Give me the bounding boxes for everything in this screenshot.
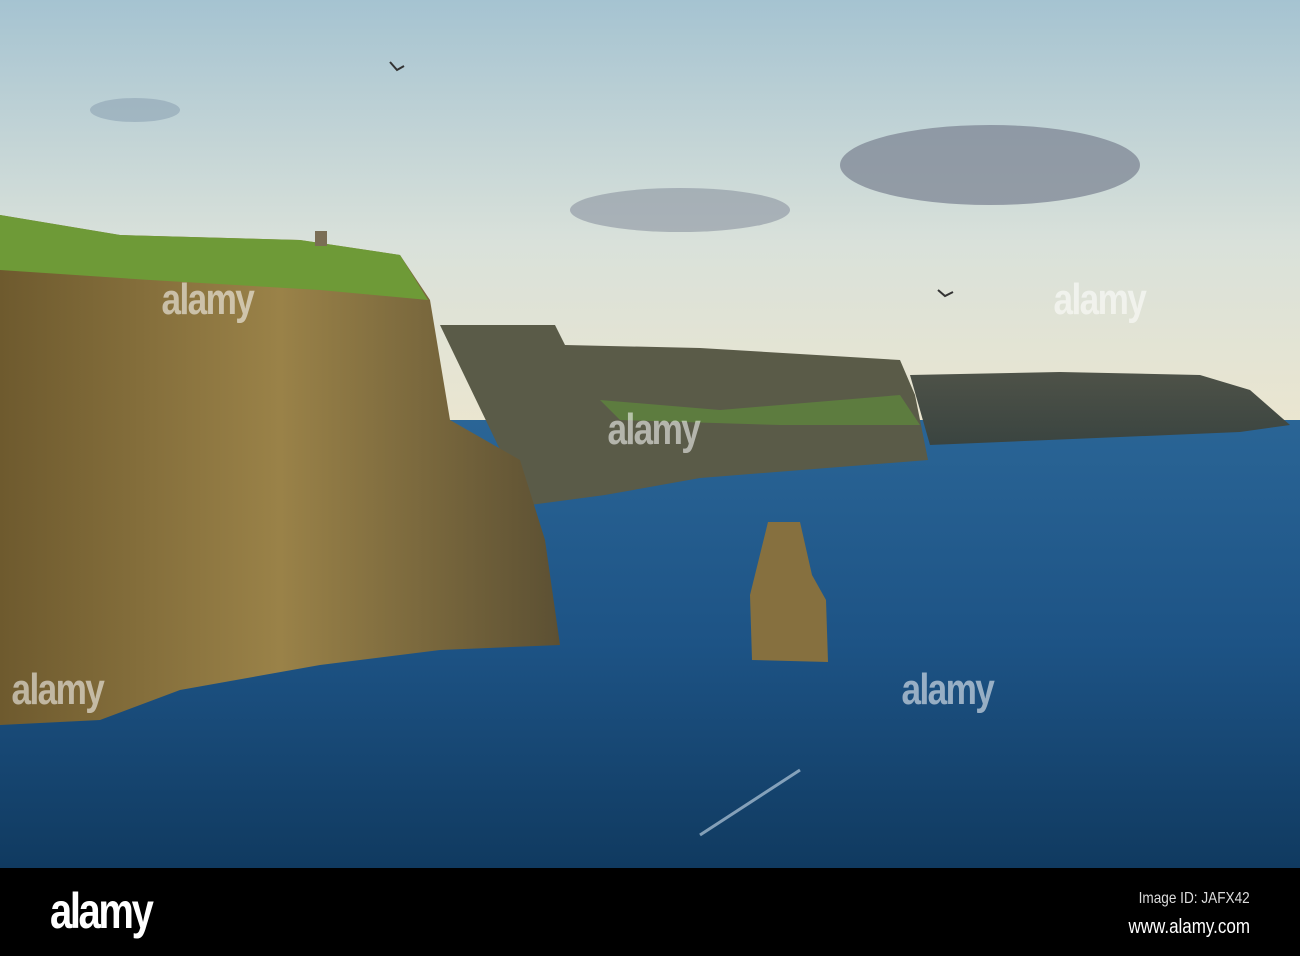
obriens-tower bbox=[315, 231, 327, 246]
cloud bbox=[840, 125, 1140, 205]
watermark-overlay: alamy bbox=[901, 665, 994, 714]
alamy-logo: alamy bbox=[50, 883, 154, 939]
watermark-overlay: alamy bbox=[161, 275, 254, 324]
cloud bbox=[570, 188, 790, 232]
watermark-overlay: alamy bbox=[1053, 275, 1146, 324]
cloud bbox=[90, 98, 180, 122]
website-link: www.alamy.com bbox=[1128, 916, 1250, 938]
watermark-bar: alamy Image ID: JAFX42 www.alamy.com bbox=[0, 868, 1300, 956]
image-id: Image ID: JAFX42 bbox=[1138, 890, 1250, 907]
watermark-overlay: alamy bbox=[11, 665, 104, 714]
watermark-overlay: alamy bbox=[607, 405, 700, 454]
stock-photo: alamy alamy alamy alamy alamy alamy Imag… bbox=[0, 0, 1300, 956]
